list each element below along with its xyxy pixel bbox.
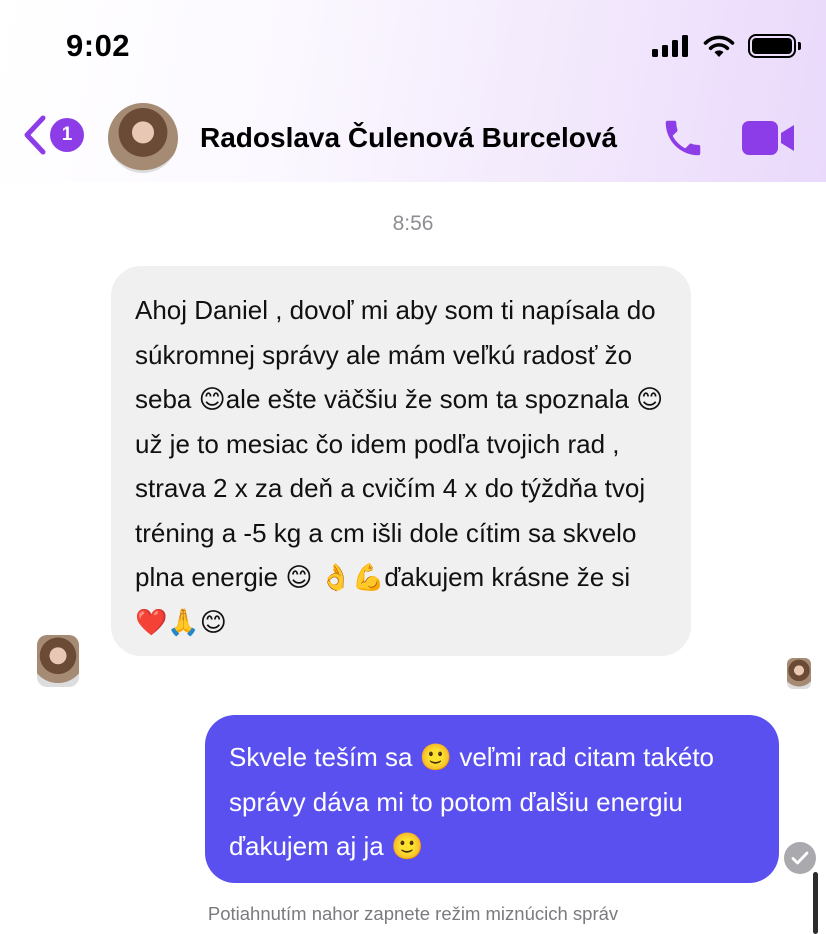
- sender-avatar[interactable]: [37, 635, 79, 687]
- status-icons: [652, 34, 801, 58]
- video-camera-icon[interactable]: [742, 121, 796, 155]
- unread-badge: 1: [50, 118, 84, 152]
- message-timestamp: 8:56: [392, 212, 434, 235]
- phone-icon[interactable]: [660, 115, 706, 161]
- back-button[interactable]: 1: [22, 114, 84, 156]
- status-time: 9:02: [66, 28, 131, 63]
- battery-icon: [748, 34, 801, 58]
- sent-check-icon: [784, 842, 816, 874]
- incoming-message-bubble[interactable]: Ahoj Daniel , dovoľ mi aby som ti napísa…: [111, 266, 691, 656]
- vanish-mode-hint: Potiahnutím nahor zapnete režim miznúcic…: [207, 903, 619, 924]
- back-chevron-icon: [24, 115, 46, 155]
- scrollbar[interactable]: [813, 872, 818, 934]
- outgoing-message-bubble[interactable]: Skvele teším sa 🙂 veľmi rad citam takéto…: [205, 715, 779, 883]
- contact-avatar[interactable]: [108, 103, 178, 173]
- read-receipt-avatar: [787, 658, 811, 689]
- outgoing-message-text: Skvele teším sa 🙂 veľmi rad citam takéto…: [229, 742, 714, 861]
- contact-name[interactable]: Radoslava Čulenová Burcelová: [200, 122, 640, 154]
- signal-icon: [652, 35, 688, 57]
- incoming-message-text: Ahoj Daniel , dovoľ mi aby som ti napísa…: [135, 295, 664, 637]
- wifi-icon: [703, 35, 735, 57]
